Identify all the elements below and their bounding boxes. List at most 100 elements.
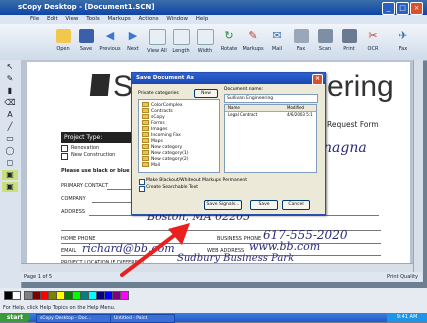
- attach-tool-icon[interactable]: ▣: [2, 182, 18, 192]
- ocr-icon: ✂: [368, 29, 378, 42]
- toolbar-scan-button[interactable]: Scan: [314, 26, 336, 52]
- swatch-white[interactable]: [12, 291, 21, 300]
- menu-actions[interactable]: Actions: [139, 16, 159, 22]
- primary-contact-label: PRIMARY CONTACT: [61, 183, 109, 189]
- next-icon: ▶: [128, 29, 138, 42]
- rectangle-tool-icon[interactable]: ▭: [2, 134, 18, 144]
- project-type-header: Project Type:: [61, 132, 132, 143]
- close-button[interactable]: ×: [410, 2, 423, 15]
- instructions-text: Please use black or blue: [61, 168, 130, 174]
- note-tool-icon[interactable]: ▣: [2, 170, 18, 180]
- status-bar: Page 1 of 5 Print Quality: [21, 272, 422, 282]
- pen-tool-icon[interactable]: ✎: [2, 74, 18, 84]
- toolbar-width-button[interactable]: Width: [194, 26, 216, 54]
- markups-icon: ✎: [248, 29, 258, 42]
- blackout-label: Make Blackout/Whiteout Markups Permanent: [146, 178, 247, 183]
- menu-markups[interactable]: Markups: [108, 16, 131, 22]
- blackout-checkbox[interactable]: [139, 179, 145, 185]
- col-name-header[interactable]: Name: [228, 105, 240, 111]
- window-title: sCopy Desktop - [Document1.SCN]: [18, 3, 155, 11]
- scan-icon: [317, 29, 333, 43]
- folder-item[interactable]: Mail: [142, 162, 160, 168]
- file-list[interactable]: Name Modified Legal Contract 4/6/2003 5:…: [224, 104, 317, 173]
- window-title-bar: sCopy Desktop - [Document1.SCN] _ □ ×: [0, 0, 427, 15]
- folder-icon: [142, 156, 149, 161]
- pointer-tool-icon[interactable]: ↖: [2, 62, 18, 72]
- fax-icon: [293, 29, 309, 43]
- toolbar-print-button[interactable]: Print: [338, 26, 360, 52]
- toolbar-ocr-button[interactable]: ✂ OCR: [362, 26, 384, 52]
- vertical-scrollbar[interactable]: [413, 60, 423, 282]
- rotate-icon: ↻: [224, 29, 234, 42]
- new-construction-checkbox[interactable]: [61, 153, 68, 160]
- toolbar-open-button[interactable]: Open: [52, 26, 74, 52]
- toolbar-mail-button[interactable]: ✉ Mail: [266, 26, 288, 52]
- maximize-button[interactable]: □: [396, 2, 409, 15]
- searchable-checkbox[interactable]: [139, 186, 145, 192]
- menu-help[interactable]: Help: [196, 16, 209, 22]
- text-tool-icon[interactable]: A: [2, 110, 18, 120]
- help-status-line: For Help, click Help Topics on the Help …: [0, 304, 427, 313]
- menu-bar: File Edit View Tools Markups Actions Win…: [0, 15, 427, 24]
- stamp-tool-icon[interactable]: ◻: [2, 158, 18, 168]
- menu-window[interactable]: Window: [166, 16, 188, 22]
- new-category-button[interactable]: New: [194, 89, 218, 98]
- toolbar-length-button[interactable]: Length: [170, 26, 192, 54]
- start-button[interactable]: start: [0, 313, 30, 322]
- line-tool-icon[interactable]: ╱: [2, 122, 18, 132]
- dialog-title: Save Document As: [136, 75, 194, 81]
- toolbar-view-all-button[interactable]: View All: [146, 26, 168, 54]
- menu-view[interactable]: View: [65, 16, 78, 22]
- minimize-button[interactable]: _: [382, 2, 395, 15]
- highlighter-tool-icon[interactable]: ▮: [2, 86, 18, 96]
- folder-icon: [142, 108, 149, 113]
- toolbar-markups-button[interactable]: ✎ Markups: [242, 26, 264, 52]
- taskbar: start sCopy Desktop - Doc... Untitled - …: [0, 313, 427, 323]
- toolbar-rotate-button[interactable]: ↻ Rotate: [218, 26, 240, 52]
- brand-right: ering: [327, 70, 394, 103]
- col-modified-header[interactable]: Modified: [287, 105, 304, 111]
- renovation-label: Renovation: [71, 145, 100, 151]
- menu-edit[interactable]: Edit: [47, 16, 58, 22]
- toolbar-next-button[interactable]: ▶ Next: [122, 26, 144, 52]
- help-text: For Help, click Help Topics on the Help …: [3, 305, 116, 311]
- toolbar-fax-button[interactable]: Fax: [290, 26, 312, 52]
- length-icon: [172, 29, 190, 45]
- swatch-magenta[interactable]: [120, 291, 129, 300]
- save-document-dialog: Save Document As × Private categories Ne…: [131, 72, 326, 215]
- save-signals-button[interactable]: Save Signals...: [204, 200, 242, 210]
- renovation-checkbox[interactable]: [61, 145, 68, 152]
- cancel-button[interactable]: Cancel: [282, 200, 310, 210]
- document-name-input[interactable]: Sullivan Engineering: [224, 94, 318, 103]
- folder-icon: [142, 150, 149, 155]
- eraser-tool-icon[interactable]: ⌫: [2, 98, 18, 108]
- menu-tools[interactable]: Tools: [86, 16, 100, 22]
- menu-file[interactable]: File: [30, 16, 39, 22]
- dialog-close-icon[interactable]: ×: [312, 74, 323, 85]
- new-construction-label: New Construction: [71, 152, 116, 158]
- ellipse-tool-icon[interactable]: ◯: [2, 146, 18, 156]
- file-modified: 4/6/2003 5:1: [287, 112, 313, 117]
- save-button[interactable]: Save: [250, 200, 278, 210]
- document-name-label: Document name:: [224, 87, 264, 92]
- toolbar-previous-button[interactable]: ◀ Previous: [99, 26, 121, 52]
- markup-tools-panel: ↖ ✎ ▮ ⌫ A ╱ ▭ ◯ ◻ ▣ ▣: [0, 60, 22, 292]
- folder-icon: [142, 138, 149, 143]
- color-palette: [0, 288, 427, 304]
- toolbar-save-button[interactable]: Save: [75, 26, 97, 52]
- category-tree[interactable]: ColorComplex Contracts sCopy Forms Image…: [138, 99, 220, 173]
- file-name: Legal Contract: [228, 112, 258, 117]
- main-toolbar: Open Save ◀ Previous ▶ Next View All Lengt…: [0, 24, 427, 61]
- form-subtitle: Request Form: [327, 120, 379, 129]
- print-quality: Print Quality: [387, 274, 418, 280]
- file-list-header: Name Modified: [225, 105, 316, 112]
- width-icon: [196, 29, 214, 45]
- company-label: COMPANY: [61, 196, 86, 202]
- folder-icon: [142, 144, 149, 149]
- file-row[interactable]: Legal Contract 4/6/2003 5:1: [225, 112, 316, 118]
- folder-icon: [142, 102, 149, 107]
- private-categories-label: Private categories: [138, 91, 179, 96]
- view-all-icon: [148, 29, 166, 45]
- save-icon: [78, 29, 94, 43]
- toolbar-fax2-button[interactable]: ✈ Fax: [392, 26, 414, 52]
